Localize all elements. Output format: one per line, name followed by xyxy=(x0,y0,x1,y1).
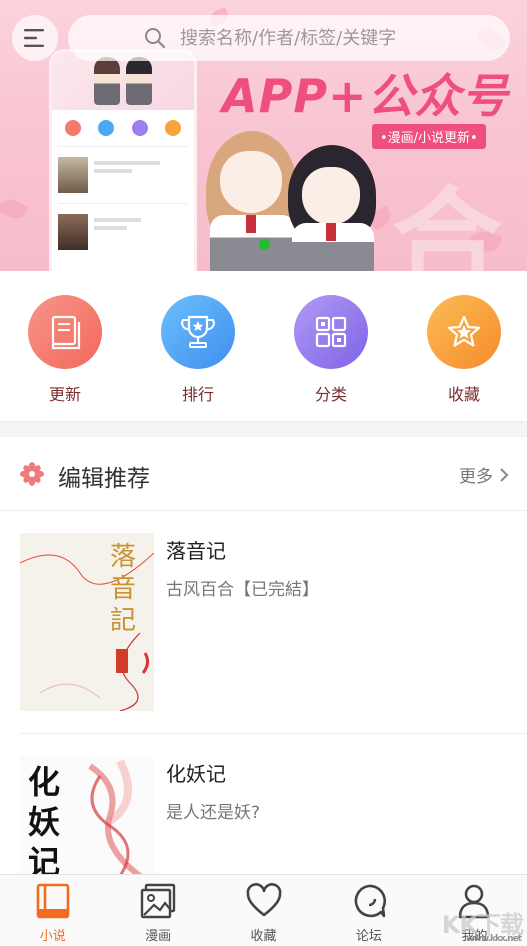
quick-item-label: 更新 xyxy=(48,385,81,404)
bottom-nav: 小说 漫画 收藏 论坛 我的 KK下载 www.kkx.net xyxy=(0,874,527,946)
banner-subline: •漫画/小说更新• xyxy=(372,124,486,149)
search-input[interactable] xyxy=(180,27,510,49)
chevron-right-icon xyxy=(500,467,509,482)
book-title[interactable]: 落音记 xyxy=(166,535,226,564)
trophy-icon xyxy=(181,315,215,348)
flower-icon xyxy=(20,462,44,486)
quick-item-label: 收藏 xyxy=(447,385,480,404)
nav-comic[interactable]: 漫画 xyxy=(105,875,210,946)
nav-label: 漫画 xyxy=(145,929,172,944)
menu-icon xyxy=(24,29,44,47)
ranking-circle xyxy=(161,295,235,369)
menu-button[interactable] xyxy=(12,15,58,61)
category-circle xyxy=(294,295,368,369)
book-description: 古风百合【已完結】 xyxy=(166,580,319,600)
more-label: 更多 xyxy=(459,467,493,487)
petal-decoration xyxy=(0,194,29,224)
grid-icon xyxy=(315,316,347,348)
nav-novel[interactable]: 小说 xyxy=(0,875,105,946)
book-item[interactable]: 化妖记 化妖记 是人还是妖? xyxy=(20,756,527,876)
nav-label: 收藏 xyxy=(250,929,277,944)
comic-icon xyxy=(140,883,176,919)
quick-item-update[interactable]: 更新 xyxy=(15,295,115,405)
favorites-circle xyxy=(427,295,501,369)
book-icon xyxy=(51,315,81,350)
section-title: 编辑推荐 xyxy=(58,466,150,492)
quick-item-label: 分类 xyxy=(314,385,347,404)
nav-label: 论坛 xyxy=(355,929,382,944)
forum-icon xyxy=(354,884,386,918)
search-bar[interactable] xyxy=(68,15,510,61)
editor-recommend-header: 编辑推荐 更多 xyxy=(0,437,527,511)
heart-icon xyxy=(246,883,281,917)
watermark: KK下载 www.kkx.net xyxy=(442,905,524,944)
cover-title: 化妖记 xyxy=(28,763,61,874)
cover-title: 落音記 xyxy=(109,542,136,636)
book-cover[interactable]: 落音記 xyxy=(20,533,154,711)
quick-item-favorites[interactable]: 收藏 xyxy=(414,295,514,405)
book-cover[interactable]: 化妖记 xyxy=(20,756,154,874)
nav-forum[interactable]: 论坛 xyxy=(316,875,421,946)
book-divider xyxy=(20,733,527,734)
section-divider xyxy=(0,421,527,437)
quick-item-ranking[interactable]: 排行 xyxy=(148,295,248,405)
star-icon xyxy=(447,315,481,347)
quick-category-bar: 更新 排行 分类 收藏 xyxy=(0,271,527,421)
book-title[interactable]: 化妖记 xyxy=(166,758,226,787)
nav-label: 小说 xyxy=(39,929,66,944)
nav-favorites[interactable]: 收藏 xyxy=(211,875,316,946)
banner-page-indicator[interactable] xyxy=(259,239,270,250)
book-item[interactable]: 落音記 落音记 古风百合【已完結】 xyxy=(20,533,527,711)
banner-headline: APP+公众号 xyxy=(222,69,509,123)
quick-item-category[interactable]: 分类 xyxy=(281,295,381,405)
novel-icon xyxy=(36,883,70,919)
cover-seal xyxy=(116,649,128,673)
banner-phone-mockup xyxy=(52,52,194,271)
quick-item-label: 排行 xyxy=(181,385,214,404)
update-circle xyxy=(28,295,102,369)
illustration-girl-right xyxy=(282,145,382,271)
more-link[interactable]: 更多 xyxy=(459,462,509,487)
watermark-url: www.kkx.net xyxy=(466,934,522,944)
banner-background-char: 合 xyxy=(392,176,502,271)
search-icon xyxy=(145,28,166,49)
book-description: 是人还是妖? xyxy=(166,803,261,823)
